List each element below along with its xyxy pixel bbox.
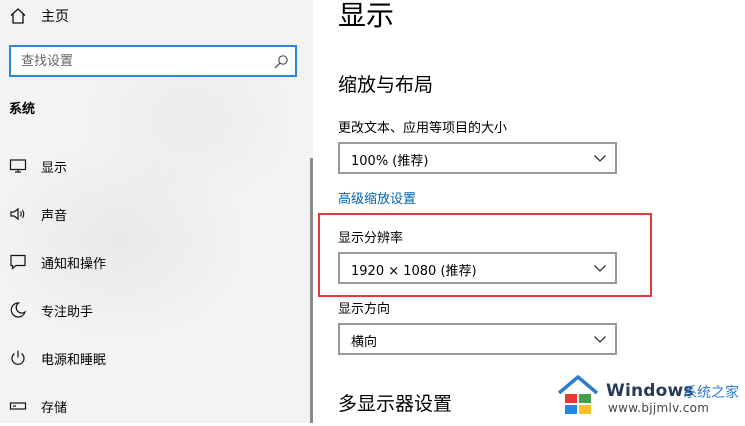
text-size-label: 更改文本、应用等项目的大小: [338, 121, 508, 136]
text-size-value: 100% (推荐): [351, 154, 429, 169]
resolution-label: 显示分辨率: [338, 231, 404, 246]
chevron-down-icon: [594, 336, 606, 343]
section-heading-scale-layout: 缩放与布局: [338, 74, 434, 96]
speaker-icon: [10, 207, 25, 221]
section-heading-multi-display: 多显示器设置: [338, 393, 453, 415]
notification-icon: [10, 254, 26, 270]
sidebar-item-notifications[interactable]: 通知和操作: [0, 242, 310, 282]
sidebar-item-storage[interactable]: 存储: [0, 386, 310, 426]
moon-icon: [10, 302, 27, 318]
sidebar-item-label: 声音: [41, 209, 68, 224]
watermark-brand-suffix: 系统之家: [683, 385, 739, 401]
chevron-down-icon: [594, 265, 606, 272]
monitor-icon: [9, 159, 27, 173]
sidebar: 主页 系统 显示 声音 通知和操作 专注助: [0, 0, 313, 423]
advanced-scaling-link[interactable]: 高级缩放设置: [338, 188, 416, 207]
text-size-dropdown[interactable]: 100% (推荐): [338, 142, 617, 174]
sidebar-item-power-sleep[interactable]: 电源和睡眠: [0, 338, 310, 378]
sidebar-item-display[interactable]: 显示: [0, 146, 310, 186]
watermark-url: www.bjjmlv.com: [608, 401, 710, 415]
watermark-brand: Windows: [606, 381, 694, 401]
power-icon: [11, 350, 25, 365]
windows-house-logo-icon: [557, 375, 599, 414]
sidebar-item-label: 电源和睡眠: [41, 353, 107, 368]
sidebar-item-label: 显示: [41, 161, 68, 176]
orientation-label: 显示方向: [338, 302, 391, 317]
chevron-down-icon: [594, 155, 606, 162]
storage-icon: [9, 402, 27, 410]
home-nav[interactable]: 主页: [9, 4, 69, 28]
search-box[interactable]: [9, 45, 297, 77]
search-icon[interactable]: [273, 54, 289, 70]
main-content: 显示 缩放与布局 更改文本、应用等项目的大小 100% (推荐) 高级缩放设置 …: [313, 0, 745, 423]
resolution-value: 1920 × 1080 (推荐): [351, 264, 477, 279]
resolution-dropdown[interactable]: 1920 × 1080 (推荐): [338, 252, 617, 284]
home-icon: [10, 8, 26, 24]
sidebar-item-focus-assist[interactable]: 专注助手: [0, 290, 310, 330]
sidebar-item-sound[interactable]: 声音: [0, 194, 310, 234]
sidebar-item-label: 通知和操作: [41, 257, 107, 272]
sidebar-item-label: 存储: [41, 401, 68, 416]
orientation-value: 横向: [351, 335, 378, 350]
orientation-dropdown[interactable]: 横向: [338, 323, 617, 355]
sidebar-item-label: 专注助手: [41, 305, 94, 320]
page-title: 显示: [338, 0, 395, 32]
section-title-system: 系统: [9, 102, 36, 117]
search-input[interactable]: [21, 52, 261, 70]
home-label: 主页: [41, 9, 69, 25]
